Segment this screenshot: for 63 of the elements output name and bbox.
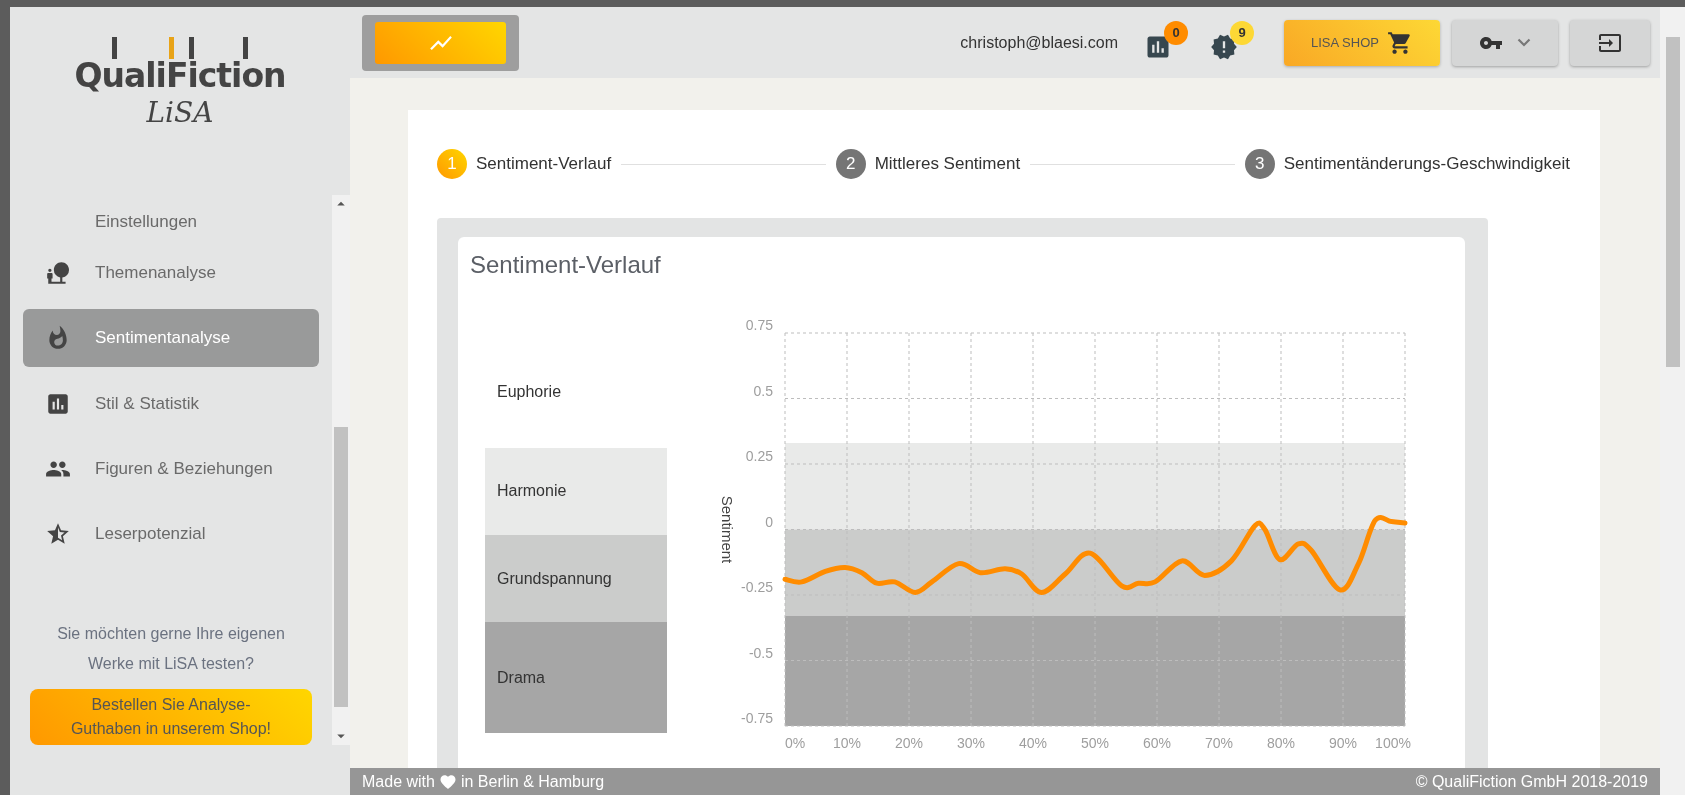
nav-label: Einstellungen	[95, 212, 198, 233]
axis-title: Sentiment	[719, 495, 736, 564]
nav-label: Themenanalyse	[95, 262, 216, 283]
y-tick-label: 0.75	[745, 317, 773, 333]
zone-label: Euphorie	[497, 383, 562, 402]
nav-label: Figuren & Beziehungen	[95, 458, 273, 479]
logo-product: LiSA	[146, 95, 214, 131]
heart-icon	[438, 772, 457, 791]
nav-item[interactable]: Themenanalyse	[23, 244, 319, 302]
footer-text: Made with	[362, 772, 435, 791]
x-tick-label: 50%	[1081, 735, 1109, 751]
account-menu-button[interactable]	[1452, 19, 1558, 66]
trend-button[interactable]	[362, 14, 519, 71]
nav-item[interactable]: Leserpotenzial	[23, 505, 319, 563]
nav-label: Stil & Statistik	[95, 393, 199, 414]
y-tick-label: 0.5	[753, 382, 773, 399]
y-tick-label: 0.25	[745, 448, 773, 464]
user-email: christoph@blaesi.com	[960, 33, 1118, 52]
zone-label: Grundspannung	[497, 569, 612, 588]
copyright: © QualiFiction GmbH 2018-2019	[1415, 772, 1648, 791]
logo-bars-icon	[112, 37, 248, 59]
chart-title: Sentiment-Verlauf	[470, 251, 662, 279]
y-tick-label: 0	[765, 513, 773, 530]
nav-item[interactable]: Einstellungen	[23, 195, 319, 233]
shop-button[interactable]: LISA SHOP	[1284, 19, 1440, 66]
cart-icon	[1386, 29, 1413, 56]
promo-text: Sie möchten gerne Ihre eigenen Werke mit LiSA testen?	[56, 624, 286, 674]
nav-item[interactable]: Stil & Statistik	[23, 374, 319, 433]
y-tick-label: -0.75	[741, 710, 773, 726]
step-number[interactable]: 2	[835, 149, 866, 179]
nav-label: Sentimentanalyse	[95, 328, 231, 349]
x-tick-label: 0%	[784, 735, 806, 751]
x-tick-label: 100%	[1375, 735, 1411, 751]
zone-label: Harmonie	[497, 482, 567, 501]
zone-label: Drama	[497, 668, 545, 687]
nav-item[interactable]: Figuren & Beziehungen	[23, 440, 319, 498]
logout-button[interactable]	[1570, 19, 1650, 66]
alert-badge-icon[interactable]	[1210, 32, 1238, 61]
count-badge: 0	[1164, 20, 1188, 45]
footer-text: in Berlin & Hamburg	[460, 772, 605, 791]
chevron-down-icon	[1517, 38, 1531, 47]
x-tick-label: 20%	[895, 735, 923, 751]
shop-order-button[interactable]: Bestellen Sie Analyse-Guthaben in unserem Shop!	[30, 689, 312, 745]
x-tick-label: 60%	[1143, 735, 1171, 751]
step-label[interactable]: Sentiment-Verlauf	[476, 154, 612, 174]
x-tick-label: 10%	[833, 735, 861, 751]
tree-person-icon	[45, 259, 71, 286]
nav-label: Leserpotenzial	[95, 524, 206, 545]
x-tick-label: 80%	[1267, 735, 1295, 751]
count-badge: 9	[1230, 20, 1254, 45]
x-tick-label: 90%	[1329, 735, 1357, 751]
y-tick-label: -0.5	[748, 644, 773, 661]
logo-name: QualiFiction	[74, 59, 286, 93]
x-tick-label: 70%	[1205, 735, 1233, 751]
x-tick-label: 40%	[1019, 735, 1047, 751]
y-tick-label: -0.25	[741, 579, 773, 595]
scrollbar[interactable]	[1660, 7, 1685, 795]
nav-item[interactable]: Sentimentanalyse	[23, 309, 319, 367]
step-label[interactable]: Sentimentänderungs-Geschwindigkeit	[1283, 154, 1570, 174]
step-number[interactable]: 3	[1244, 149, 1275, 179]
step-label[interactable]: Mittleres Sentiment	[874, 154, 1021, 174]
scrollbar[interactable]	[332, 195, 350, 745]
x-tick-label: 30%	[957, 735, 985, 751]
